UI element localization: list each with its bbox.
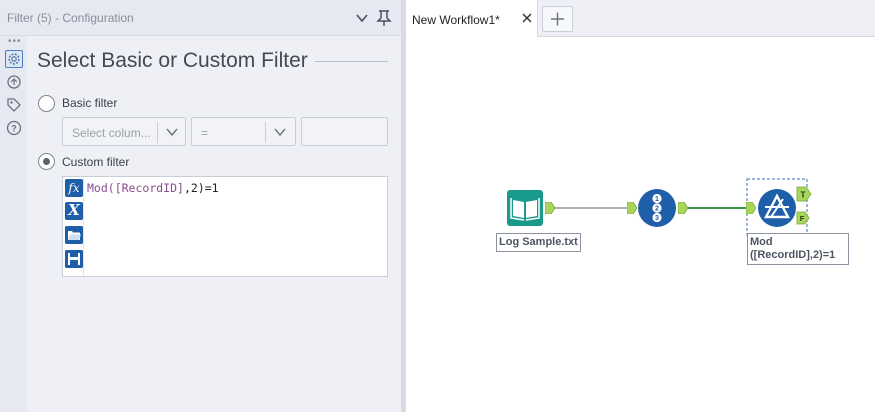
- expression-rest: ,2)=1: [183, 181, 219, 195]
- true-anchor-text: T: [800, 190, 806, 200]
- filter-tool-label: Mod ([RecordID],2)=1: [747, 233, 849, 265]
- close-icon[interactable]: [521, 12, 533, 24]
- config-header: Filter (5) - Configuration: [0, 0, 401, 36]
- basic-filter-radio[interactable]: [38, 95, 55, 112]
- editor-toolbar: fx X: [63, 177, 84, 276]
- custom-filter-label: Custom filter: [62, 155, 130, 169]
- config-header-title: Filter (5) - Configuration: [7, 11, 134, 25]
- output-anchor-icon[interactable]: [545, 202, 555, 214]
- input-anchor-icon[interactable]: [746, 202, 756, 214]
- arrows-cycle-icon[interactable]: [5, 73, 23, 91]
- workflow-tabbar: New Workflow1*: [406, 0, 875, 37]
- page-title: Select Basic or Custom Filter: [37, 49, 308, 72]
- config-side-rail: ••• ?: [0, 36, 27, 412]
- workflow-canvas[interactable]: Log Sample.txt 1 2 3 T F Mod ([RecordID]…: [406, 37, 875, 412]
- filter-value-input[interactable]: [301, 117, 388, 146]
- configuration-panel: Filter (5) - Configuration ••• ? Select: [0, 0, 401, 412]
- add-tab-icon[interactable]: [542, 6, 573, 32]
- column-select-placeholder: Select colum...: [72, 126, 151, 140]
- false-anchor-text: F: [800, 214, 805, 223]
- column-select[interactable]: Select colum...: [62, 117, 186, 146]
- false-anchor-icon[interactable]: F: [796, 211, 810, 225]
- output-anchor-icon[interactable]: [678, 202, 688, 214]
- select-divider: [157, 122, 158, 143]
- svg-text:1: 1: [655, 196, 659, 203]
- save-icon[interactable]: [65, 250, 83, 268]
- expression-field: [RecordID]: [114, 181, 184, 195]
- more-icon[interactable]: •••: [8, 36, 22, 47]
- svg-text:3: 3: [655, 215, 659, 222]
- tab-label: New Workflow1*: [412, 13, 500, 27]
- title-divider: [315, 61, 388, 62]
- open-folder-icon[interactable]: [65, 226, 83, 244]
- svg-text:2: 2: [655, 206, 659, 213]
- svg-text:?: ?: [11, 124, 17, 134]
- tab-new-workflow[interactable]: New Workflow1*: [406, 0, 538, 37]
- expression-function: Mod(: [87, 181, 115, 195]
- custom-filter-radio[interactable]: [38, 153, 55, 170]
- true-anchor-icon[interactable]: T: [796, 186, 812, 202]
- tag-icon[interactable]: [5, 96, 23, 114]
- gear-icon[interactable]: [5, 50, 23, 68]
- function-button[interactable]: fx: [65, 179, 83, 197]
- input-data-tool[interactable]: [506, 189, 544, 227]
- chevron-down-icon: [166, 128, 178, 137]
- expression-text[interactable]: Mod([RecordID],2)=1: [87, 181, 219, 195]
- operator-select-value: =: [201, 126, 209, 140]
- record-id-tool[interactable]: 1 2 3: [637, 188, 677, 228]
- input-tool-label: Log Sample.txt: [496, 233, 581, 252]
- select-divider: [265, 122, 266, 143]
- variable-button[interactable]: X: [65, 202, 83, 220]
- basic-filter-label: Basic filter: [62, 96, 118, 110]
- expression-editor[interactable]: fx X Mod([RecordID],2)=1: [62, 176, 388, 277]
- chevron-down-icon: [274, 128, 286, 137]
- filter-tool[interactable]: [757, 188, 797, 228]
- help-icon[interactable]: ?: [5, 119, 23, 137]
- chevron-down-icon[interactable]: [355, 11, 369, 25]
- pin-icon[interactable]: [376, 9, 392, 27]
- input-anchor-icon[interactable]: [627, 202, 637, 214]
- operator-select[interactable]: =: [191, 117, 296, 146]
